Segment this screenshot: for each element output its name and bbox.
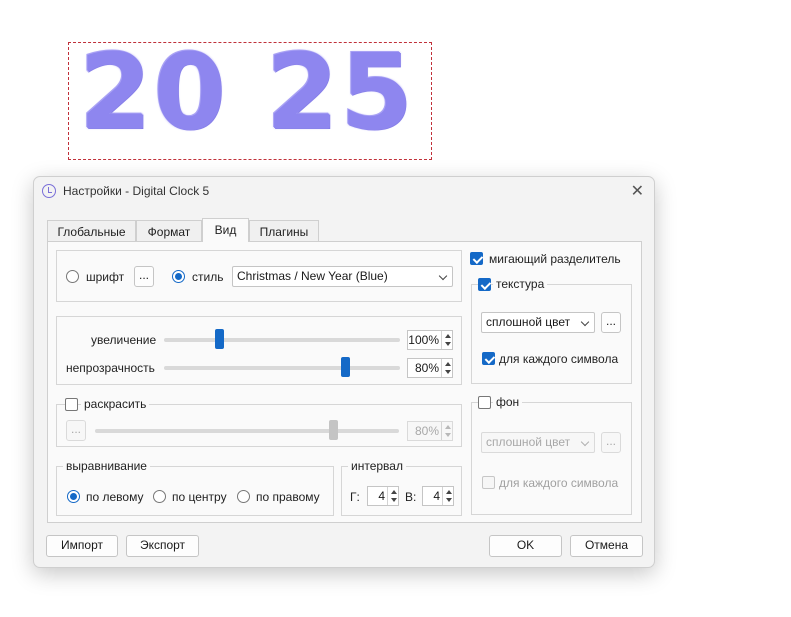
zoom-value: 100% [408, 333, 439, 347]
zoom-slider-track[interactable] [164, 338, 400, 342]
colorize-checkbox[interactable] [65, 398, 78, 411]
style-select[interactable]: Christmas / New Year (Blue) [232, 266, 453, 287]
horizontal-interval-spinbox[interactable]: 4 [367, 486, 399, 506]
colorize-color-button[interactable]: ... [66, 420, 86, 441]
chevron-down-icon [438, 271, 448, 281]
interval-title: интервал [348, 459, 406, 473]
align-left-label: по левому [86, 490, 144, 504]
style-radio[interactable] [172, 270, 185, 283]
background-label: фон [493, 395, 523, 409]
colorize-spinbox[interactable]: 80% [407, 421, 453, 441]
spin-arrows-icon[interactable] [441, 359, 452, 377]
window-title: Настройки - Digital Clock 5 [63, 184, 210, 198]
align-center-radio[interactable] [153, 490, 166, 503]
texture-browse-button[interactable]: ... [601, 312, 621, 333]
background-browse-button[interactable]: ... [601, 432, 621, 453]
title-bar: Настройки - Digital Clock 5 ✕ [34, 177, 654, 207]
font-radio[interactable] [66, 270, 79, 283]
zoom-label: увеличение [91, 333, 157, 347]
spin-arrows-icon[interactable] [441, 331, 452, 349]
spin-arrows-icon[interactable] [441, 422, 452, 440]
tab-appearance[interactable]: Вид [202, 218, 249, 242]
zoom-spinbox[interactable]: 100% [407, 330, 453, 350]
background-group: фон сплошной цвет ... для каждого символ… [471, 395, 632, 515]
spin-arrows-icon[interactable] [387, 487, 398, 505]
background-mode-value: сплошной цвет [486, 435, 571, 449]
opacity-label: непрозрачность [66, 361, 155, 375]
appearance-panel: шрифт ... стиль Christmas / New Year (Bl… [47, 241, 642, 523]
opacity-spinbox[interactable]: 80% [407, 358, 453, 378]
cancel-button[interactable]: Отмена [570, 535, 643, 557]
texture-per-char-checkbox[interactable] [482, 352, 495, 365]
texture-label: текстура [493, 277, 548, 291]
align-right-label: по правому [256, 490, 320, 504]
horizontal-interval-label: Г: [350, 490, 360, 504]
spin-arrows-icon[interactable] [442, 487, 453, 505]
tab-format[interactable]: Формат [136, 220, 202, 241]
colorize-value: 80% [414, 424, 439, 438]
sliders-group: увеличение 100% непрозрачность 80% [56, 316, 462, 385]
texture-group: текстура сплошной цвет ... для каждого с… [471, 277, 632, 384]
colorize-label: раскрасить [81, 397, 150, 411]
texture-checkbox[interactable] [478, 278, 491, 291]
clock-icon [42, 184, 56, 198]
align-right-radio[interactable] [237, 490, 250, 503]
vertical-interval-label: В: [405, 490, 417, 504]
opacity-value: 80% [414, 361, 439, 375]
vertical-interval-spinbox[interactable]: 4 [422, 486, 454, 506]
style-select-value: Christmas / New Year (Blue) [237, 269, 388, 283]
blink-separator-label: мигающий разделитель [489, 252, 621, 266]
style-label: стиль [192, 270, 224, 284]
background-per-char-label: для каждого символа [499, 476, 619, 490]
colorize-group: раскрасить ... 80% [56, 397, 462, 447]
background-per-char-checkbox[interactable] [482, 476, 495, 489]
horizontal-interval-value: 4 [378, 489, 385, 503]
opacity-slider-handle[interactable] [341, 357, 350, 377]
alignment-title: выравнивание [63, 459, 150, 473]
font-label: шрифт [86, 270, 125, 284]
opacity-slider-track[interactable] [164, 366, 400, 370]
colorize-slider-track[interactable] [95, 429, 399, 433]
texture-per-char-label: для каждого символа [499, 352, 619, 366]
ok-button[interactable]: OK [489, 535, 562, 557]
background-checkbox[interactable] [478, 396, 491, 409]
settings-dialog: Настройки - Digital Clock 5 ✕ Глобальные… [33, 176, 655, 568]
export-button[interactable]: Экспорт [126, 535, 199, 557]
font-style-group: шрифт ... стиль Christmas / New Year (Bl… [56, 250, 462, 302]
chevron-down-icon [580, 437, 590, 447]
import-button[interactable]: Импорт [46, 535, 118, 557]
blink-separator-checkbox[interactable] [470, 252, 483, 265]
texture-mode-select[interactable]: сплошной цвет [481, 312, 595, 333]
close-icon[interactable]: ✕ [631, 181, 644, 201]
zoom-slider-handle[interactable] [215, 329, 224, 349]
clock-preview: 20 25 [68, 31, 432, 160]
align-center-label: по центру [172, 490, 227, 504]
colorize-slider-handle[interactable] [329, 420, 338, 440]
tab-global[interactable]: Глобальные [47, 220, 136, 241]
chevron-down-icon [580, 317, 590, 327]
interval-group: интервал Г: 4 В: 4 [341, 459, 462, 516]
align-left-radio[interactable] [67, 490, 80, 503]
tab-plugins[interactable]: Плагины [249, 220, 319, 241]
clock-preview-text: 20 25 [79, 31, 415, 153]
background-mode-select[interactable]: сплошной цвет [481, 432, 595, 453]
texture-mode-value: сплошной цвет [486, 315, 571, 329]
alignment-group: выравнивание по левому по центру по прав… [56, 459, 334, 516]
font-browse-button[interactable]: ... [134, 266, 154, 287]
vertical-interval-value: 4 [433, 489, 440, 503]
